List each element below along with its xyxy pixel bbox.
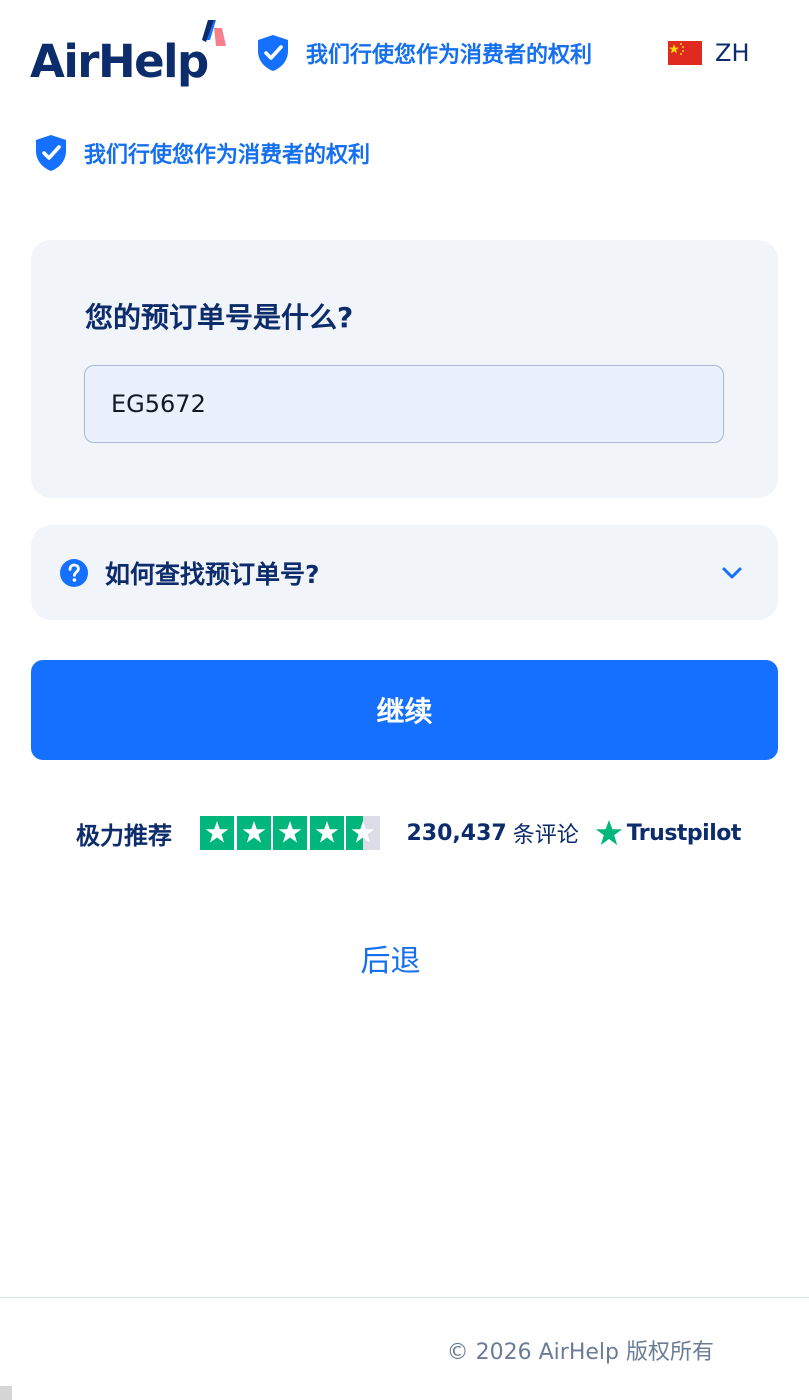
corner-mark (0, 1386, 12, 1400)
rating-label: 极力推荐 (76, 821, 172, 850)
header-consumer-rights: 我们行使您作为消费者的权利 (256, 34, 592, 72)
chevron-down-icon (722, 567, 742, 579)
trustpilot-stars (200, 816, 383, 850)
review-suffix: 条评论 (512, 823, 579, 848)
booking-number-question: 您的预订单号是什么? (85, 301, 354, 334)
back-link[interactable]: 后退 (0, 936, 781, 980)
airhelp-logo[interactable]: AirHelp (30, 18, 230, 90)
booking-number-card: 您的预订单号是什么? (31, 240, 778, 498)
logo-mark-icon (202, 20, 226, 46)
rating-star-icon (309, 816, 344, 850)
language-code: ZH (715, 39, 750, 67)
rating-star-icon (200, 816, 234, 850)
consumer-rights-text: 我们行使您作为消费者的权利 (84, 143, 371, 168)
shield-check-icon (36, 135, 66, 171)
review-count: 230,437 (406, 820, 507, 846)
accordion-label: 如何查找预订单号? (105, 559, 320, 589)
booking-number-input[interactable] (84, 365, 724, 443)
shield-check-icon (258, 35, 288, 71)
copyright-text: © 2026 AirHelp 版权所有 (446, 1340, 714, 1365)
rating-star-icon (346, 816, 380, 850)
language-selector[interactable]: ZH (668, 34, 750, 72)
footer-divider (0, 1297, 809, 1298)
question-circle-icon (60, 558, 88, 587)
consumer-rights-banner: 我们行使您作为消费者的权利 (34, 134, 370, 172)
booking-number-page: AirHelp 我们行使您作为消费者的权利 ZH 我们行使您作为消费者的权利 您… (0, 0, 809, 1400)
rating-star-icon (273, 816, 307, 850)
china-flag-icon (668, 41, 702, 65)
header: AirHelp 我们行使您作为消费者的权利 ZH (0, 0, 809, 110)
trustpilot-star-icon (595, 820, 622, 845)
rating-star-icon (236, 816, 271, 850)
header-rights-text: 我们行使您作为消费者的权利 (306, 43, 593, 68)
logo-text: AirHelp (30, 35, 209, 88)
trustpilot-brand: Trustpilot (626, 820, 742, 846)
continue-button[interactable]: 继续 (31, 660, 778, 760)
trustpilot-widget[interactable]: 极力推荐 230,437 条评论 Trustpilot (76, 814, 741, 852)
find-booking-number-accordion[interactable]: 如何查找预订单号? (31, 525, 778, 620)
